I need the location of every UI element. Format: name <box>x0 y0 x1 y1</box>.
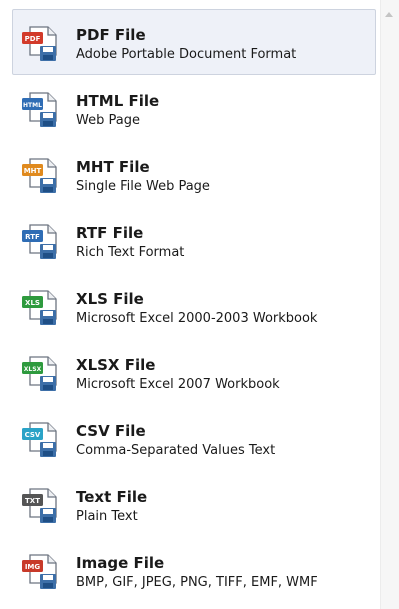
export-format-html[interactable]: HTML HTML File Web Page <box>12 75 376 141</box>
pdf-file-icon: PDF <box>21 25 59 63</box>
format-title: HTML File <box>76 92 160 110</box>
format-description: Adobe Portable Document Format <box>76 47 297 62</box>
scroll-up-arrow-icon[interactable] <box>385 12 393 17</box>
export-format-image[interactable]: IMG Image File BMP, GIF, JPEG, PNG, TIFF… <box>12 537 376 603</box>
export-format-rtf[interactable]: RTF RTF File Rich Text Format <box>12 207 376 273</box>
xlsx-file-icon: XLSX <box>21 355 59 393</box>
format-description: Comma-Separated Values Text <box>76 443 276 458</box>
export-format-mht[interactable]: MHT MHT File Single File Web Page <box>12 141 376 207</box>
svg-text:HTML: HTML <box>23 102 42 109</box>
mht-file-icon: MHT <box>21 157 59 195</box>
format-title: XLS File <box>76 290 144 308</box>
export-format-csv[interactable]: CSV CSV File Comma-Separated Values Text <box>12 405 376 471</box>
image-file-icon: IMG <box>21 553 59 591</box>
rtf-file-icon: RTF <box>21 223 59 261</box>
svg-text:CSV: CSV <box>25 431 41 439</box>
format-title: XLSX File <box>76 356 156 374</box>
export-format-text[interactable]: TXT Text File Plain Text <box>12 471 376 537</box>
svg-text:XLSX: XLSX <box>24 366 42 373</box>
format-title: PDF File <box>76 26 146 44</box>
format-description: Web Page <box>76 113 140 128</box>
svg-text:PDF: PDF <box>25 35 41 43</box>
svg-text:RTF: RTF <box>25 233 40 241</box>
svg-text:MHT: MHT <box>24 167 42 175</box>
svg-text:IMG: IMG <box>25 563 41 571</box>
format-description: Microsoft Excel 2000-2003 Workbook <box>76 311 318 326</box>
format-description: Plain Text <box>76 509 138 524</box>
export-format-list: PDF PDF File Adobe Portable Document For… <box>12 9 378 609</box>
format-description: Microsoft Excel 2007 Workbook <box>76 377 280 392</box>
svg-text:TXT: TXT <box>25 497 40 505</box>
format-title: RTF File <box>76 224 144 242</box>
format-title: Image File <box>76 554 165 572</box>
text-file-icon: TXT <box>21 487 59 525</box>
format-title: Text File <box>76 488 148 506</box>
export-format-xls[interactable]: XLS XLS File Microsoft Excel 2000-2003 W… <box>12 273 376 339</box>
svg-text:XLS: XLS <box>25 299 40 307</box>
format-description: Rich Text Format <box>76 245 185 260</box>
vertical-scrollbar[interactable] <box>380 0 399 609</box>
format-description: Single File Web Page <box>76 179 210 194</box>
html-file-icon: HTML <box>21 91 59 129</box>
export-format-pdf[interactable]: PDF PDF File Adobe Portable Document For… <box>12 9 376 75</box>
export-format-xlsx[interactable]: XLSX XLSX File Microsoft Excel 2007 Work… <box>12 339 376 405</box>
csv-file-icon: CSV <box>21 421 59 459</box>
xls-file-icon: XLS <box>21 289 59 327</box>
format-title: MHT File <box>76 158 150 176</box>
format-title: CSV File <box>76 422 146 440</box>
format-description: BMP, GIF, JPEG, PNG, TIFF, EMF, WMF <box>76 575 318 590</box>
